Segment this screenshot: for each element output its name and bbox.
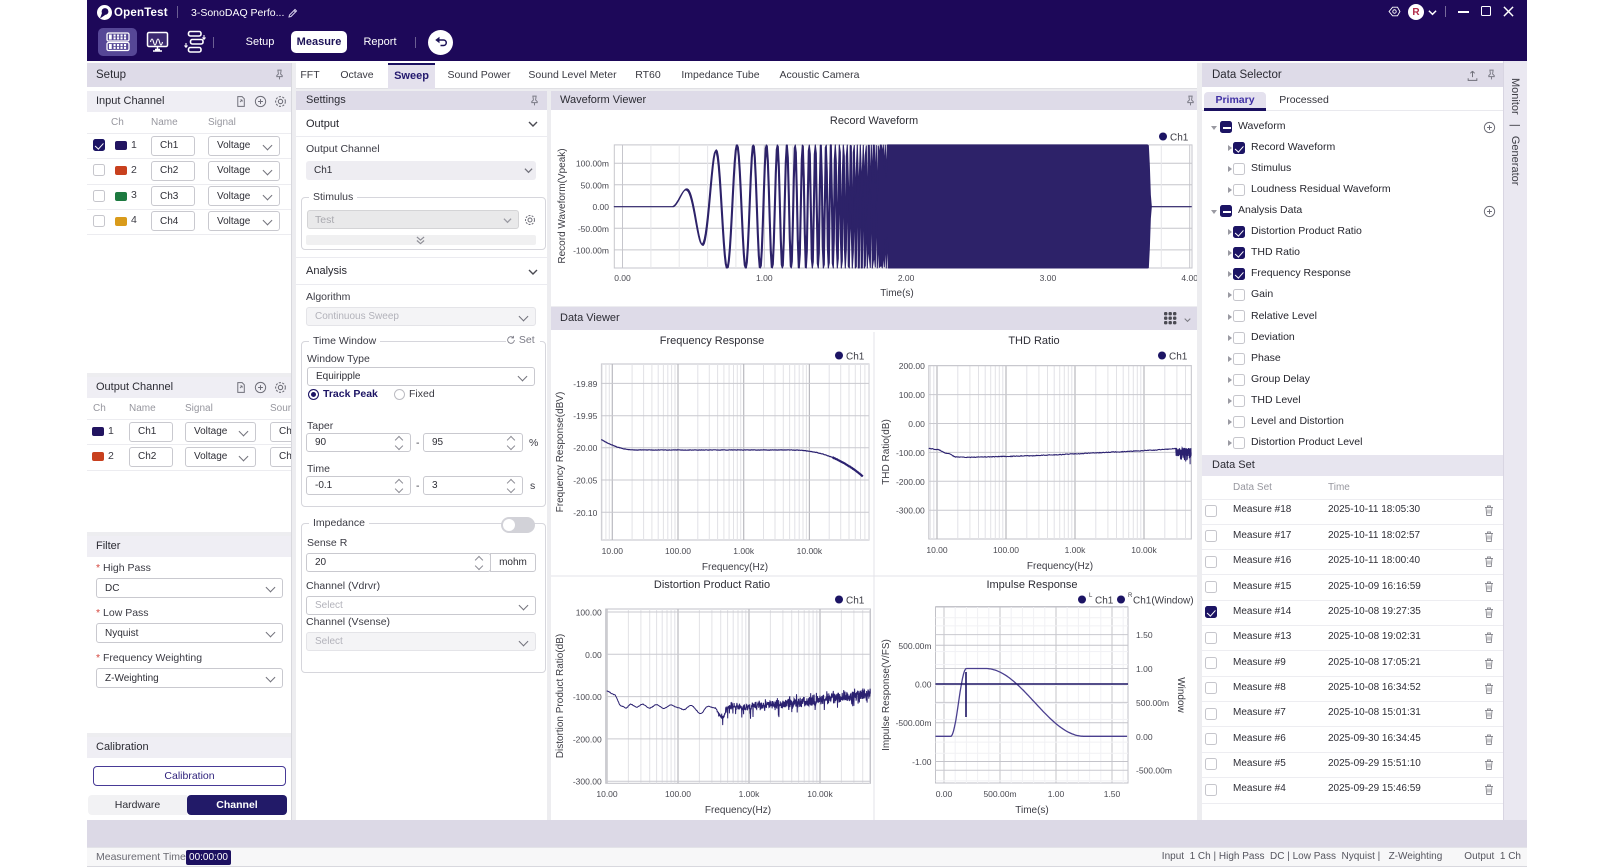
svg-text:-19.89: -19.89 — [573, 379, 597, 389]
svg-text:0.00: 0.00 — [908, 419, 925, 429]
svg-text:Record Waveform: Record Waveform — [830, 115, 918, 127]
svg-text:200.00: 200.00 — [899, 361, 925, 371]
svg-text:1.00: 1.00 — [1136, 664, 1153, 674]
svg-text:0.00: 0.00 — [585, 650, 602, 660]
svg-text:-20.05: -20.05 — [573, 476, 597, 486]
svg-text:3.00: 3.00 — [1040, 273, 1057, 283]
svg-text:Frequency Response(dBV): Frequency Response(dBV) — [555, 392, 566, 513]
svg-text:1.00: 1.00 — [756, 273, 773, 283]
svg-text:Impulse Response(V/FS): Impulse Response(V/FS) — [881, 639, 892, 751]
svg-text:-20.10: -20.10 — [573, 508, 597, 518]
svg-text:-100.00m: -100.00m — [573, 245, 609, 255]
svg-text:L: L — [1089, 593, 1093, 599]
svg-text:Impulse Response: Impulse Response — [986, 579, 1077, 591]
svg-text:1.00k: 1.00k — [1065, 545, 1087, 555]
svg-text:1.50: 1.50 — [1136, 630, 1153, 640]
svg-text:-500.00m: -500.00m — [1136, 766, 1172, 776]
svg-text:-300.00: -300.00 — [896, 506, 925, 516]
svg-text:Record Waveform(Vpeak): Record Waveform(Vpeak) — [557, 148, 568, 263]
svg-text:100.00: 100.00 — [899, 390, 925, 400]
svg-text:THD Ratio: THD Ratio — [1008, 335, 1059, 347]
svg-text:0.00: 0.00 — [915, 680, 932, 690]
svg-text:0.00: 0.00 — [1136, 732, 1153, 742]
svg-text:500.00m: 500.00m — [983, 789, 1016, 799]
svg-text:100.00: 100.00 — [576, 608, 602, 618]
svg-text:Frequency(Hz): Frequency(Hz) — [702, 562, 768, 573]
svg-text:1.00k: 1.00k — [739, 789, 761, 799]
svg-text:Ch1: Ch1 — [1170, 133, 1189, 144]
svg-text:-20.00: -20.00 — [573, 443, 597, 453]
svg-text:100.00: 100.00 — [993, 545, 1019, 555]
svg-text:1.00: 1.00 — [1048, 789, 1065, 799]
svg-text:10.00: 10.00 — [596, 789, 618, 799]
svg-text:-300.00: -300.00 — [573, 777, 602, 787]
svg-text:-500.00m: -500.00m — [896, 718, 932, 728]
svg-text:Time(s): Time(s) — [880, 288, 914, 299]
svg-text:-200.00: -200.00 — [896, 477, 925, 487]
svg-text:THD Ratio(dB): THD Ratio(dB) — [881, 419, 892, 485]
svg-text:Window: Window — [1175, 677, 1186, 713]
svg-text:500.00m: 500.00m — [1136, 698, 1169, 708]
svg-text:10.00k: 10.00k — [1131, 545, 1157, 555]
svg-text:Time(s): Time(s) — [1015, 805, 1049, 816]
svg-text:10.00k: 10.00k — [797, 546, 823, 556]
svg-text:Ch1: Ch1 — [846, 352, 865, 363]
svg-text:-100.00: -100.00 — [896, 448, 925, 458]
svg-text:1.50: 1.50 — [1104, 789, 1121, 799]
svg-text:10.00: 10.00 — [926, 545, 948, 555]
svg-text:4.00: 4.00 — [1181, 273, 1197, 283]
svg-text:Frequency(Hz): Frequency(Hz) — [705, 805, 771, 816]
svg-text:Ch1: Ch1 — [846, 596, 865, 607]
svg-text:0.00: 0.00 — [936, 789, 953, 799]
svg-text:500.00m: 500.00m — [898, 641, 931, 651]
svg-text:Frequency Response: Frequency Response — [660, 335, 765, 347]
svg-text:Ch1: Ch1 — [1169, 352, 1188, 363]
svg-text:100.00: 100.00 — [665, 789, 691, 799]
svg-text:2.00: 2.00 — [898, 273, 915, 283]
svg-text:Distortion Product Ratio(dB): Distortion Product Ratio(dB) — [555, 634, 566, 759]
svg-text:Frequency(Hz): Frequency(Hz) — [1027, 561, 1093, 572]
svg-text:-19.95: -19.95 — [573, 411, 597, 421]
svg-text:0.00: 0.00 — [592, 202, 609, 212]
svg-text:0.00: 0.00 — [614, 273, 631, 283]
svg-text:-1.00: -1.00 — [912, 757, 932, 767]
svg-text:100.00: 100.00 — [665, 546, 691, 556]
svg-text:-50.00m: -50.00m — [578, 224, 609, 234]
svg-text:Ch1: Ch1 — [1095, 596, 1114, 607]
svg-text:-200.00: -200.00 — [573, 734, 602, 744]
svg-text:Ch1(Window): Ch1(Window) — [1133, 596, 1194, 607]
svg-text:50.00m: 50.00m — [581, 180, 609, 190]
svg-text:10.00: 10.00 — [602, 546, 624, 556]
svg-text:10.00k: 10.00k — [807, 789, 833, 799]
svg-text:Distortion Product Ratio: Distortion Product Ratio — [654, 579, 770, 591]
svg-text:-100.00: -100.00 — [573, 692, 602, 702]
svg-text:100.00m: 100.00m — [576, 159, 609, 169]
svg-text:1.00k: 1.00k — [733, 546, 755, 556]
